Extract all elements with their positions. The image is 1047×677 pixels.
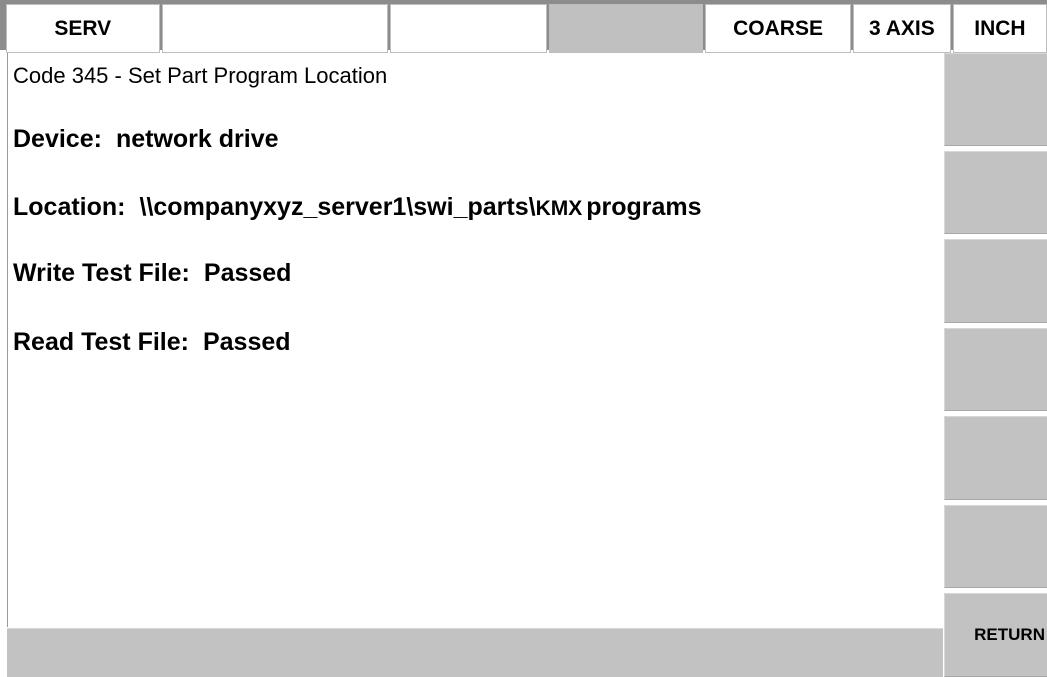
- write-test-label: Write Test File:: [13, 259, 190, 287]
- mode-indicator[interactable]: SERV: [6, 4, 160, 53]
- page-title: Code 345 - Set Part Program Location: [13, 63, 388, 88]
- softkey-4[interactable]: [944, 327, 1047, 412]
- units-indicator[interactable]: INCH: [952, 4, 1047, 53]
- dro-screen: SERV COARSE 3 AXIS INCH Code 345 - Set P…: [0, 0, 1047, 677]
- write-test-row: Write Test File: Passed: [13, 259, 291, 288]
- write-test-value: Passed: [203, 259, 292, 287]
- prompt-bar: [7, 628, 943, 677]
- status-field-4: [548, 4, 704, 53]
- device-value[interactable]: network drive: [116, 125, 279, 153]
- axis-indicator[interactable]: 3 AXIS: [852, 4, 951, 53]
- softkey-6[interactable]: [944, 504, 1047, 589]
- speed-indicator[interactable]: COARSE: [705, 4, 851, 53]
- read-test-row: Read Test File: Passed: [13, 328, 291, 357]
- softkey-1[interactable]: [944, 53, 1047, 146]
- softkey-5[interactable]: [944, 416, 1047, 500]
- main-panel: Code 345 - Set Part Program Location Dev…: [7, 53, 944, 627]
- softkey-2[interactable]: [944, 150, 1047, 235]
- softkey-3[interactable]: [944, 239, 1047, 323]
- device-label: Device:: [13, 125, 102, 153]
- return-button[interactable]: RETURN: [944, 593, 1047, 677]
- device-row: Device: network drive: [13, 125, 279, 154]
- read-test-label: Read Test File:: [13, 328, 189, 356]
- location-suffix[interactable]: programs: [586, 193, 701, 221]
- status-field-2: [161, 4, 389, 53]
- location-label: Location:: [13, 193, 126, 221]
- softkey-column: RETURN: [944, 53, 1047, 677]
- status-field-3: [390, 4, 547, 53]
- status-bar: SERV COARSE 3 AXIS INCH: [0, 0, 1047, 53]
- location-path[interactable]: \\companyxyz_server1\swi_parts\: [140, 193, 536, 221]
- read-test-value: Passed: [202, 328, 291, 356]
- location-row: Location: \\companyxyz_server1\swi_parts\…: [13, 193, 702, 222]
- location-kmx[interactable]: KMX: [536, 197, 583, 220]
